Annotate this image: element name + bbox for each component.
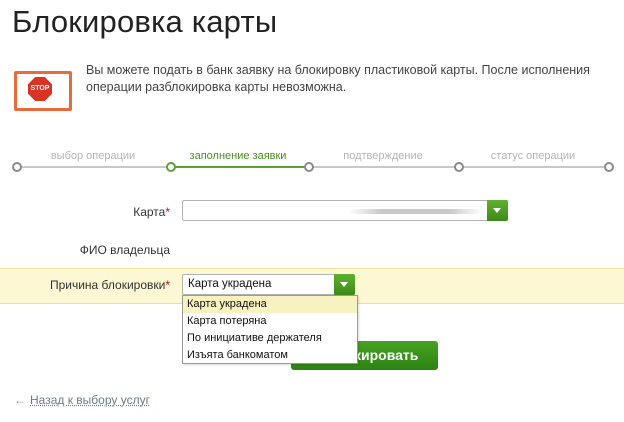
- step-dot: [304, 162, 314, 172]
- reason-select[interactable]: Карта украдена: [182, 274, 355, 295]
- reason-label: Причина блокировки*: [49, 278, 170, 292]
- card-label: Карта*: [133, 205, 170, 219]
- reason-dropdown-list: Карта украдена Карта потеряна По инициат…: [182, 295, 358, 364]
- masked-card-number: [348, 209, 483, 214]
- step-dot: [604, 162, 614, 172]
- step-dot: [12, 162, 22, 172]
- stop-icon: STOP: [14, 71, 72, 111]
- step-line-active: [171, 166, 309, 168]
- back-link-text[interactable]: Назад к выбору услуг: [30, 393, 150, 407]
- step-label-fill-request: заполнение заявки: [189, 150, 287, 162]
- step-label-status: статус операции: [490, 150, 576, 162]
- block-card-button-label: кировать: [354, 347, 419, 363]
- card-select[interactable]: [182, 200, 508, 221]
- dropdown-option[interactable]: По инициативе держателя: [183, 330, 357, 347]
- chevron-down-icon[interactable]: [487, 200, 508, 221]
- back-link[interactable]: ← Назад к выбору услуг: [14, 393, 150, 407]
- chevron-down-icon[interactable]: [334, 274, 355, 295]
- step-label-confirmation: подтверждение: [343, 150, 423, 162]
- progress-steps: выбор операции заполнение заявки подтвер…: [0, 140, 624, 180]
- page-title: Блокировка карты: [12, 4, 278, 39]
- arrow-left-icon: ←: [14, 393, 26, 407]
- reason-selected-value: Карта украдена: [188, 278, 272, 290]
- owner-label: ФИО владельца: [79, 243, 170, 257]
- dropdown-option[interactable]: Карта украдена: [183, 296, 357, 313]
- step-dot-active: [166, 162, 176, 172]
- info-message: Вы можете подать в банк заявку на блокир…: [86, 63, 590, 94]
- dropdown-option[interactable]: Изъята банкоматом: [183, 347, 357, 364]
- dropdown-option[interactable]: Карта потеряна: [183, 313, 357, 330]
- step-line: [16, 166, 171, 168]
- step-label-select-operation: выбор операции: [50, 150, 136, 162]
- step-dot: [454, 162, 464, 172]
